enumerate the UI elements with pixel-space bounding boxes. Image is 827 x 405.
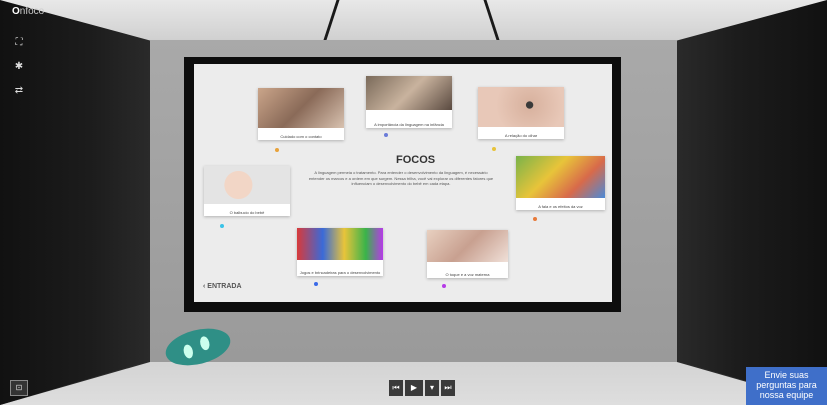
back-label: ENTRADA — [207, 283, 242, 290]
card-image — [204, 166, 290, 204]
card-image — [516, 156, 605, 198]
card-dot[interactable] — [384, 133, 388, 137]
chevron-down-icon[interactable]: ▾ — [425, 380, 439, 396]
card-caption: A importância da linguagem na infância — [374, 122, 444, 127]
slide-card[interactable]: A importância da linguagem na infância — [366, 76, 452, 128]
play-icon[interactable]: ▶ — [405, 380, 423, 396]
next-icon[interactable]: ⏭ — [441, 380, 455, 396]
previous-icon[interactable]: ⏮ — [389, 380, 403, 396]
slide-title: FOCOS — [396, 154, 436, 166]
card-dot[interactable] — [314, 282, 318, 286]
card-image — [258, 88, 344, 128]
player-controls: ⏮ ▶ ▾ ⏭ — [389, 380, 455, 396]
card-caption: A fala e os efeitos da voz — [538, 204, 583, 209]
settings-icon[interactable]: ✱ — [12, 60, 26, 74]
ask-line-2: perguntas para — [756, 380, 817, 390]
slide-card[interactable]: O toque e a voz materna — [427, 230, 508, 278]
card-dot[interactable] — [220, 224, 224, 228]
card-image — [427, 230, 508, 262]
card-image — [297, 228, 383, 260]
card-caption: A relação do olhar — [504, 133, 538, 138]
card-dot[interactable] — [533, 217, 537, 221]
logo-prefix: O — [12, 6, 20, 17]
card-dot[interactable] — [492, 147, 496, 151]
app-logo: Onfoco — [12, 6, 44, 17]
slide-card[interactable]: A fala e os efeitos da voz — [516, 156, 605, 210]
card-image — [478, 87, 564, 127]
back-to-entrance-link[interactable]: ‹ ENTRADA — [203, 283, 242, 290]
back-chevron-icon: ‹ — [203, 283, 206, 290]
virtual-room: Cuidado com o contato A importância da l… — [0, 0, 827, 405]
logo-text: nfoco — [19, 6, 45, 17]
right-wall — [677, 0, 827, 405]
slide-card[interactable]: Jogos e brincadeiras para o desenvolvime… — [297, 228, 383, 276]
slide-card[interactable]: Cuidado com o contato — [258, 88, 344, 140]
ask-line-3: nossa equipe — [759, 390, 814, 400]
send-questions-button[interactable]: Envie suas perguntas para nossa equipe — [746, 367, 827, 405]
card-dot[interactable] — [275, 148, 279, 152]
slide-card[interactable]: O balbucio do bebê — [204, 166, 290, 216]
card-dot[interactable] — [442, 284, 446, 288]
footprint-right — [198, 335, 211, 352]
slide-paragraph: A linguagem permeia o tratamento. Para e… — [308, 170, 494, 186]
vr-mode-button[interactable]: ⊡ — [10, 380, 28, 396]
card-caption: O toque e a voz materna — [445, 272, 490, 277]
footprint-left — [182, 343, 195, 360]
fullscreen-icon[interactable]: ⛶ — [12, 36, 26, 50]
share-icon[interactable]: ⇄ — [12, 84, 26, 98]
ask-line-1: Envie suas — [764, 370, 809, 380]
slide-card[interactable]: A relação do olhar — [478, 87, 564, 139]
card-caption: Jogos e brincadeiras para o desenvolvime… — [299, 270, 381, 275]
card-caption: Cuidado com o contato — [280, 134, 322, 139]
card-image — [366, 76, 452, 110]
card-caption: O balbucio do bebê — [229, 210, 265, 215]
